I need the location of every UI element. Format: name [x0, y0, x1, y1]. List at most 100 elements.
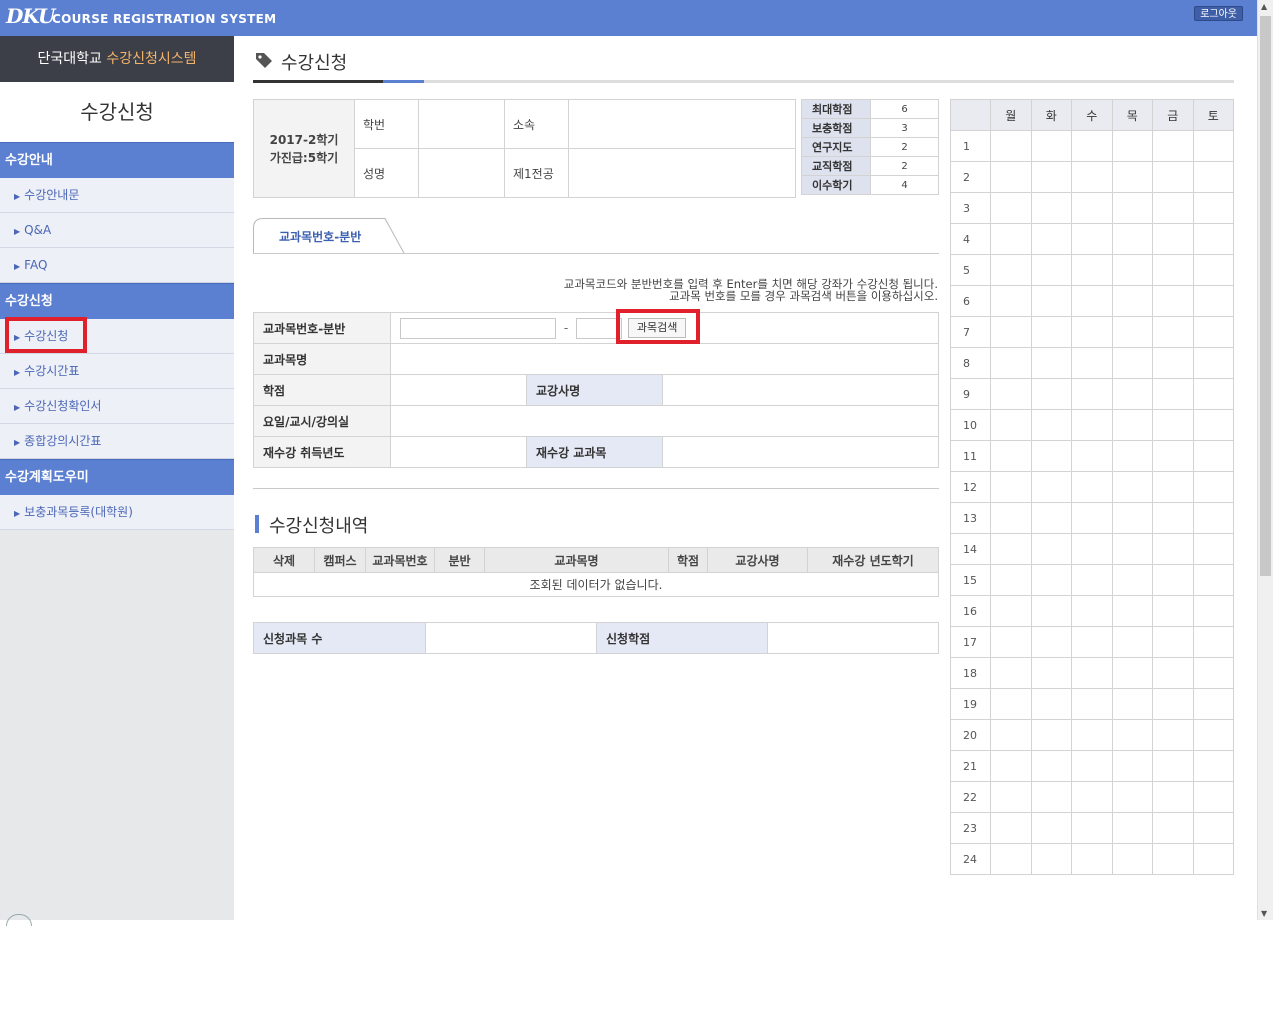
timetable-cell: [1071, 192, 1113, 224]
timetable-cell: [1152, 719, 1194, 751]
timetable-cell: [1152, 502, 1194, 534]
timetable-cell: [1071, 688, 1113, 720]
period-number: 21: [950, 750, 991, 782]
column-header: 삭제: [253, 547, 315, 573]
day-header: 화: [1030, 99, 1072, 131]
timetable-cell: [1192, 564, 1234, 596]
timetable-cell: [1030, 347, 1072, 379]
period-number: 19: [950, 688, 991, 720]
credit-value: 2: [870, 156, 939, 176]
timetable-cell: [990, 285, 1032, 317]
timetable-cell: [990, 130, 1032, 162]
affiliation-label: 소속: [504, 99, 569, 149]
course-name-value: [390, 343, 939, 375]
scroll-thumb[interactable]: [1260, 16, 1271, 576]
timetable-cell: [1030, 254, 1072, 286]
timetable-cell: [1071, 223, 1113, 255]
timetable-cell: [1192, 192, 1234, 224]
timetable-cell: [1192, 502, 1234, 534]
major-label: 제1전공: [504, 148, 569, 198]
caret-right-icon: ▶: [14, 438, 21, 447]
sidebar-item-registration[interactable]: ▶ 수강신청: [0, 317, 234, 354]
credit-label: 학점: [253, 374, 391, 406]
timetable-cell: [1152, 688, 1194, 720]
system-title: COURSE REGISTRATION SYSTEM: [52, 12, 277, 26]
sidebar: 단국대학교 수강신청시스템 수강신청 수강안내 ▶ 수강안내문 ▶ Q&A ▶ FAQ…: [0, 36, 234, 926]
timetable-cell: [990, 564, 1032, 596]
timetable-cell: [1071, 285, 1113, 317]
sidebar-item-qna[interactable]: ▶ Q&A: [0, 213, 234, 248]
timetable-row: 9: [950, 378, 1234, 410]
timetable-cell: [1111, 564, 1153, 596]
timetable-cell: [1030, 595, 1072, 627]
logout-button[interactable]: 로그아웃: [1194, 6, 1243, 21]
timetable-cell: [1152, 781, 1194, 813]
table-header-row: 삭제 캠퍼스 교과목번호 분반 교과목명 학점 교강사명 재수강 년도학기: [253, 547, 939, 573]
registration-summary: 신청과목 수 신청학점: [253, 622, 939, 654]
sidebar-item-label: FAQ: [24, 258, 48, 272]
timetable-cell: [1111, 781, 1153, 813]
timetable-cell: [1071, 161, 1113, 193]
sidebar-item-timetable[interactable]: ▶ 수강시간표: [0, 354, 234, 389]
school-name: 단국대학교: [37, 51, 102, 67]
period-number: 20: [950, 719, 991, 751]
schedule-value: [390, 405, 939, 437]
timetable-row: 1: [950, 130, 1234, 162]
timetable-cell: [990, 316, 1032, 348]
timetable-cell: [1071, 254, 1113, 286]
timetable-cell: [1152, 409, 1194, 441]
timetable-cell: [1192, 595, 1234, 627]
period-number: 23: [950, 812, 991, 844]
timetable-cell: [1071, 378, 1113, 410]
timetable-cell: [1152, 130, 1194, 162]
timetable-cell: [1152, 564, 1194, 596]
timetable-cell: [1192, 750, 1234, 782]
period-number: 11: [950, 440, 991, 472]
sidebar-item-label: 보충과목등록(대학원): [24, 505, 133, 519]
timetable-cell: [1030, 688, 1072, 720]
timetable-cell: [990, 471, 1032, 503]
timetable-cell: [990, 254, 1032, 286]
timetable-cell: [1111, 626, 1153, 658]
student-no-value: [418, 99, 505, 149]
credit-value: [390, 374, 527, 406]
course-code-input[interactable]: [400, 317, 556, 339]
grade-status: 가진급:5학기: [269, 150, 339, 165]
sidebar-section-guide[interactable]: 수강안내: [0, 142, 234, 178]
timetable-cell: [1071, 440, 1113, 472]
total-credit-label: 신청학점: [596, 622, 768, 654]
timetable-cell: [990, 440, 1032, 472]
timetable-cell: [1030, 471, 1072, 503]
timetable-cell: [990, 595, 1032, 627]
timetable-row: 21: [950, 750, 1234, 782]
column-header: 교과목번호: [365, 547, 435, 573]
tag-icon: [256, 53, 272, 68]
timetable-cell: [1111, 130, 1153, 162]
scroll-down-arrow-icon[interactable]: ▼: [1261, 909, 1267, 918]
retake-year-value: [390, 436, 527, 468]
sidebar-item-overall-timetable[interactable]: ▶ 종합강의시간표: [0, 424, 234, 459]
scroll-up-arrow-icon[interactable]: ▲: [1261, 2, 1267, 11]
timetable-cell: [1071, 750, 1113, 782]
period-number: 9: [950, 378, 991, 410]
sidebar-item-confirmation[interactable]: ▶ 수강신청확인서: [0, 389, 234, 424]
vertical-scrollbar[interactable]: ▲ ▼: [1257, 0, 1273, 920]
timetable-cell: [1152, 843, 1194, 875]
timetable-cell: [1152, 626, 1194, 658]
timetable-cell: [1192, 843, 1234, 875]
timetable-header-row: 월 화 수 목 금 토: [950, 99, 1234, 131]
sidebar-section-registration[interactable]: 수강신청: [0, 283, 234, 319]
timetable-cell: [1111, 316, 1153, 348]
sidebar-item-faq[interactable]: ▶ FAQ: [0, 248, 234, 283]
timetable-cell: [1111, 409, 1153, 441]
sidebar-item-guide-notice[interactable]: ▶ 수강안내문: [0, 178, 234, 213]
column-header: 분반: [434, 547, 485, 573]
sidebar-section-planner[interactable]: 수강계획도우미: [0, 459, 234, 495]
timetable-cell: [990, 688, 1032, 720]
timetable-row: 4: [950, 223, 1234, 255]
timetable-row: 5: [950, 254, 1234, 286]
tab-course-code[interactable]: 교과목번호-분반: [253, 218, 405, 255]
column-header: 캠퍼스: [314, 547, 366, 573]
sidebar-item-supplementary[interactable]: ▶ 보충과목등록(대학원): [0, 495, 234, 530]
timetable-cell: [990, 626, 1032, 658]
